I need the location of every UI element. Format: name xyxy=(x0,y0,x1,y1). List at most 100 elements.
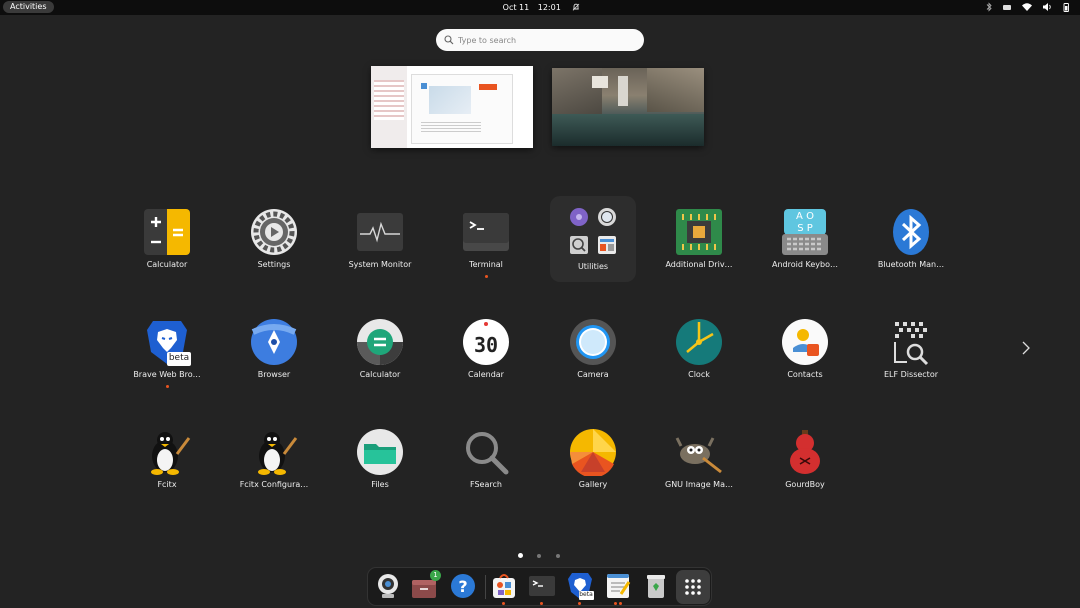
calendar-icon: 30 xyxy=(463,319,509,365)
wifi-tray-icon xyxy=(1022,3,1032,11)
gallery-icon xyxy=(570,429,616,476)
thumb-water xyxy=(552,114,704,146)
app-terminal[interactable]: Terminal xyxy=(443,198,529,284)
thumb-text xyxy=(421,122,481,132)
calculator-equals-icon xyxy=(357,319,403,365)
running-indicator xyxy=(485,275,488,278)
app-label: Bluetooth Man… xyxy=(877,260,945,269)
calculator-icon xyxy=(144,209,190,255)
bluetooth-icon xyxy=(893,209,929,255)
app-label: Camera xyxy=(577,370,609,379)
trash-icon[interactable] xyxy=(642,572,670,600)
app-label: Calculator xyxy=(359,370,401,379)
terminal-icon[interactable] xyxy=(528,572,556,600)
system-tray[interactable] xyxy=(985,2,1070,12)
svg-text:A O: A O xyxy=(796,211,814,222)
clock-time: 12:01 xyxy=(537,3,561,12)
thumb-sign xyxy=(592,76,608,88)
window-thumbnail-image-viewer[interactable] xyxy=(552,68,704,146)
folder-icon xyxy=(357,429,403,475)
thumb-waterfall xyxy=(618,76,628,106)
app-calculator[interactable]: Calculator xyxy=(124,198,210,284)
page-dot-1[interactable] xyxy=(518,553,523,558)
show-apps-button[interactable] xyxy=(676,570,710,604)
app-label: Android Keybo… xyxy=(772,260,838,269)
svg-text:S P: S P xyxy=(797,223,813,234)
next-page-chevron-icon[interactable] xyxy=(1020,339,1032,357)
battery-tray-icon xyxy=(1063,3,1069,12)
running-indicator xyxy=(614,602,617,605)
app-brave-browser[interactable]: beta Brave Web Bro… xyxy=(124,308,210,394)
utilities-folder-icon xyxy=(570,208,616,254)
app-fcitx[interactable]: Fcitx xyxy=(124,418,210,504)
show-apps-grid-icon xyxy=(685,579,701,595)
magnifier-icon xyxy=(466,432,509,475)
running-indicator xyxy=(502,602,505,605)
app-files[interactable]: Files xyxy=(337,418,423,504)
clock-date: Oct 11 xyxy=(502,3,530,12)
app-label: Fcitx Configura… xyxy=(239,480,309,489)
app-gimp[interactable]: GNU Image Ma… xyxy=(656,418,742,504)
dock: 1 ? beta xyxy=(367,567,712,606)
search-bar[interactable] xyxy=(436,29,644,51)
keyboard-tray-icon xyxy=(1003,5,1011,10)
app-contacts[interactable]: Contacts xyxy=(762,308,848,394)
thumb-list xyxy=(374,80,404,120)
keyboard-icon: A O S P xyxy=(782,209,828,255)
gourd-icon xyxy=(790,430,820,474)
app-label: Contacts xyxy=(787,370,823,379)
app-center-icon[interactable] xyxy=(490,572,518,600)
app-clock[interactable]: Clock xyxy=(656,308,742,394)
app-fcitx-configuration[interactable]: Fcitx Configura… xyxy=(231,418,317,504)
thumb-map xyxy=(429,86,471,114)
tux-penguin-icon xyxy=(151,432,191,475)
help-icon[interactable]: ? xyxy=(449,572,477,600)
app-calendar[interactable]: 30 Calendar xyxy=(443,308,529,394)
app-elf-dissector[interactable]: ELF Dissector xyxy=(868,308,954,394)
app-label: Terminal xyxy=(469,260,503,269)
thumb-button xyxy=(479,84,497,90)
files-notification-badge: 1 xyxy=(430,570,441,581)
running-indicator xyxy=(166,385,169,388)
text-editor-icon[interactable] xyxy=(604,572,632,600)
dock-separator xyxy=(485,575,486,599)
app-bluetooth-manager[interactable]: Bluetooth Man… xyxy=(868,198,954,284)
app-settings[interactable]: Settings xyxy=(231,198,317,284)
app-fsearch[interactable]: FSearch xyxy=(443,418,529,504)
page-dot-3[interactable] xyxy=(556,554,560,558)
app-gourdboy[interactable]: GourdBoy xyxy=(762,418,848,504)
browser-compass-icon xyxy=(251,319,297,365)
notification-bell-icon xyxy=(573,3,580,11)
running-indicator xyxy=(540,602,543,605)
app-android-keyboard[interactable]: A O S P Android Keybo… xyxy=(762,198,848,284)
thumb-cliff-right xyxy=(647,68,704,112)
cheese-webcam-icon[interactable] xyxy=(374,572,402,600)
gimp-icon xyxy=(675,437,722,474)
app-additional-drivers[interactable]: Additional Driv… xyxy=(656,198,742,284)
app-camera[interactable]: Camera xyxy=(550,308,636,394)
dock-brave-beta-badge: beta xyxy=(579,591,593,598)
app-gallery[interactable]: Gallery xyxy=(550,418,636,504)
app-label: Additional Driv… xyxy=(665,260,733,269)
app-system-monitor[interactable]: System Monitor xyxy=(337,198,423,284)
app-calculator-kde[interactable]: Calculator xyxy=(337,308,423,394)
svg-text:?: ? xyxy=(458,577,467,596)
app-browser[interactable]: Browser xyxy=(231,308,317,394)
search-input[interactable] xyxy=(458,32,638,48)
system-monitor-icon xyxy=(357,213,403,251)
running-indicator xyxy=(578,602,581,605)
app-label: Brave Web Bro… xyxy=(133,370,201,379)
app-label: Files xyxy=(371,480,389,489)
window-thumbnail-app-center[interactable] xyxy=(371,66,533,148)
app-label: GourdBoy xyxy=(785,480,825,489)
bluetooth-tray-icon xyxy=(986,2,992,12)
volume-tray-icon xyxy=(1043,3,1051,11)
app-label: Utilities xyxy=(577,262,609,271)
brave-beta-badge: beta xyxy=(168,353,190,363)
thumb-logo xyxy=(421,83,427,89)
running-indicator xyxy=(619,602,622,605)
contacts-icon xyxy=(782,319,828,365)
page-dot-2[interactable] xyxy=(537,554,541,558)
clock[interactable]: Oct 11 12:01 xyxy=(0,0,1080,15)
app-folder-utilities[interactable]: Utilities xyxy=(550,196,636,282)
